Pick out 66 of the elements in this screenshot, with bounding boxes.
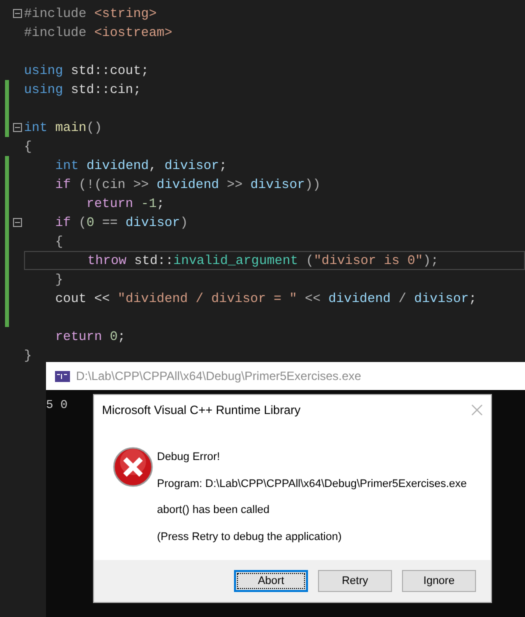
code-token: dividend xyxy=(328,290,391,308)
code-token: 0 xyxy=(110,328,118,346)
code-token: } xyxy=(55,270,64,289)
code-token: ; xyxy=(156,194,164,213)
code-token: std::cin; xyxy=(70,80,142,99)
code-token: invalid_argument xyxy=(173,252,298,270)
code-token: / xyxy=(398,290,406,308)
code-token: std:: xyxy=(134,252,174,270)
code-token: { xyxy=(55,232,64,251)
code-token: >> xyxy=(226,176,243,194)
code-token: main xyxy=(55,118,86,137)
code-token: #include xyxy=(24,4,86,23)
code-token: <iostream> xyxy=(94,24,172,42)
code-token: #include xyxy=(24,24,86,42)
code-token: ) xyxy=(180,214,188,232)
code-token: (!(cin >> xyxy=(78,176,149,194)
error-message: abort() has been called xyxy=(157,503,271,518)
code-token: return xyxy=(86,194,134,213)
code-token: )) xyxy=(304,176,321,194)
code-token: ; xyxy=(219,156,227,175)
error-icon xyxy=(113,447,153,487)
console-icon xyxy=(55,370,70,382)
dialog-title: Microsoft Visual C++ Runtime Library xyxy=(102,402,301,419)
code-token: divisor xyxy=(164,156,220,175)
code-token: using xyxy=(24,80,64,99)
code-token: throw xyxy=(87,252,126,270)
code-token: divisor xyxy=(414,290,469,308)
code-token: << xyxy=(304,290,320,308)
code-token: , xyxy=(148,156,157,175)
code-token: ( xyxy=(78,214,86,232)
code-token: 0 xyxy=(86,214,94,232)
code-token: cout << xyxy=(55,290,110,308)
code-token: divisor xyxy=(126,214,180,232)
code-token: int xyxy=(55,156,79,175)
code-token: if xyxy=(55,176,71,194)
collapse-icon[interactable] xyxy=(13,123,22,132)
code-token: dividend xyxy=(156,176,220,194)
code-token: } xyxy=(24,346,32,365)
code-token: ; xyxy=(468,290,477,308)
code-token: ( xyxy=(306,252,314,270)
code-token: ; xyxy=(118,328,126,346)
code-token: () xyxy=(86,118,102,137)
collapse-icon[interactable] xyxy=(13,9,22,18)
console-output: 5 0 xyxy=(46,398,68,412)
error-heading: Debug Error! xyxy=(157,450,221,465)
collapse-icon[interactable] xyxy=(13,218,22,227)
code-token: using xyxy=(24,62,64,80)
code-token: return xyxy=(55,328,102,346)
code-token: if xyxy=(55,214,71,232)
dialog-button[interactable]: Abort xyxy=(234,570,308,592)
dialog-button[interactable]: Ignore xyxy=(402,570,476,592)
code-token: "divisor is 0" xyxy=(314,252,423,270)
code-token: std::cout; xyxy=(70,62,149,80)
error-message: (Press Retry to debug the application) xyxy=(157,530,343,544)
code-token: "dividend / divisor = " xyxy=(118,290,298,308)
code-token: int xyxy=(24,118,48,137)
dialog-button[interactable]: Retry xyxy=(318,570,392,592)
code-token: == xyxy=(102,214,118,232)
code-token: divisor xyxy=(250,176,305,194)
code-token: { xyxy=(24,138,32,156)
code-token: -1 xyxy=(141,194,157,213)
window-title: D:\Lab\CPP\CPPAll\x64\Debug\Primer5Exercises.exe xyxy=(76,368,362,385)
code-token: <string> xyxy=(94,4,157,23)
code-token: ); xyxy=(422,252,439,270)
error-message: Program: D:\Lab\CPP\CPPAll\x64\Debug\Primer5Exercises.exe xyxy=(157,476,467,492)
code-token: dividend xyxy=(86,156,149,175)
